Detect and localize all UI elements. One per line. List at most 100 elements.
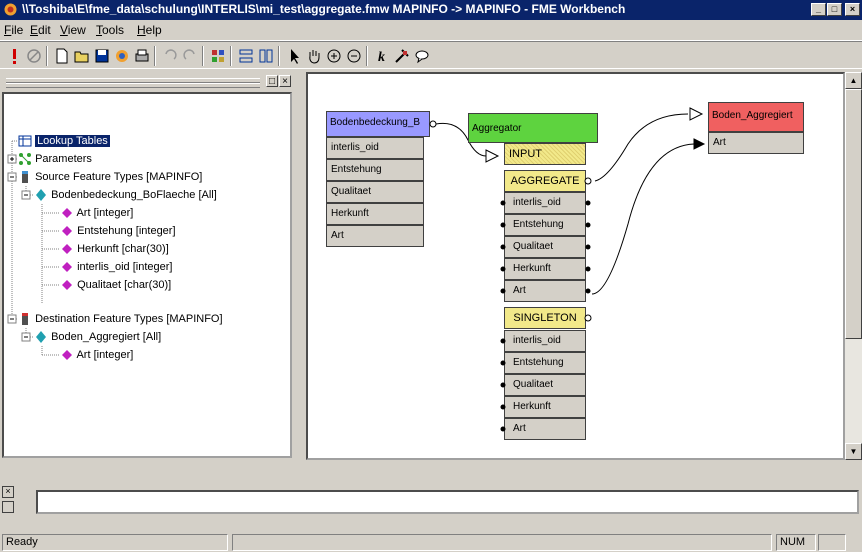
- status-text: Ready: [2, 534, 228, 551]
- scroll-thumb[interactable]: [845, 89, 862, 339]
- navigator-restore-button[interactable]: □: [266, 75, 278, 87]
- source-attr-row: interlis_oid: [326, 137, 424, 159]
- attribute-icon: [62, 350, 72, 361]
- status-empty: [232, 534, 772, 551]
- menu-view[interactable]: View: [60, 23, 86, 37]
- singleton-attr-row: Herkunft: [504, 396, 586, 418]
- status-bar: Ready NUM: [0, 532, 862, 552]
- transformer-icon[interactable]: [392, 46, 412, 66]
- attribute-icon: [62, 226, 72, 237]
- input-port[interactable]: INPUT: [504, 143, 586, 165]
- navigator-tree: Lookup Tables Parameters Source Feature …: [2, 92, 292, 458]
- close-button[interactable]: ×: [845, 3, 860, 16]
- source-attr-row: Art: [326, 225, 424, 247]
- comment-icon[interactable]: [412, 46, 432, 66]
- k-icon[interactable]: k: [372, 46, 392, 66]
- canvas-vertical-scrollbar[interactable]: ▲ ▼: [845, 72, 862, 460]
- parameters-icon: [19, 153, 31, 166]
- menu-bar: File Edit View Tools Help: [0, 20, 862, 41]
- publish-icon[interactable]: [112, 46, 132, 66]
- menu-tools[interactable]: Tools: [96, 23, 124, 37]
- dest-attr-row: Art: [708, 132, 804, 154]
- layout-h-icon[interactable]: [236, 46, 256, 66]
- tree-item-attr-art[interactable]: Art [integer]: [60, 204, 133, 222]
- aggregate-port[interactable]: AGGREGATE: [504, 170, 586, 192]
- log-close-icon[interactable]: ×: [2, 486, 14, 498]
- attribute-icon: [62, 244, 72, 255]
- layout-v-icon[interactable]: [256, 46, 276, 66]
- connection-aggregate-to-dest: [594, 113, 689, 182]
- aggregator-node-header[interactable]: Aggregator: [468, 113, 598, 143]
- singleton-output-port-icon[interactable]: [584, 314, 592, 322]
- vertical-splitter[interactable]: [294, 72, 304, 460]
- tree-item-attr-interlis-oid[interactable]: interlis_oid [integer]: [60, 258, 172, 276]
- window-title: \\Toshiba\E\fme_data\schulung\INTERLIS\m…: [22, 2, 626, 16]
- stop-icon[interactable]: [24, 46, 44, 66]
- tree-item-boden-aggregiert[interactable]: Boden_Aggregiert [All]: [34, 328, 161, 346]
- singleton-attr-row: interlis_oid: [504, 330, 586, 352]
- scroll-down-button[interactable]: ▼: [845, 443, 862, 460]
- connection-art-to-art: [591, 143, 695, 295]
- menu-edit[interactable]: Edit: [30, 23, 51, 37]
- feature-type-icon: [36, 189, 46, 202]
- source-node-header[interactable]: Bodenbedeckung_B: [326, 111, 430, 137]
- aggregate-output-port-icon[interactable]: [584, 177, 592, 185]
- singleton-port[interactable]: SINGLETON: [504, 307, 586, 329]
- redo-icon[interactable]: [180, 46, 200, 66]
- maximize-button[interactable]: □: [827, 3, 842, 16]
- singleton-attr-row: Qualitaet: [504, 374, 586, 396]
- menu-file[interactable]: File: [4, 23, 23, 37]
- attribute-icon: [62, 208, 72, 219]
- log-panel-controls: ×: [2, 486, 14, 516]
- open-icon[interactable]: [72, 46, 92, 66]
- workspace-canvas[interactable]: Bodenbedeckung_B interlis_oid Entstehung…: [306, 72, 845, 460]
- navigator-header: □ ×: [2, 72, 292, 92]
- tree-item-attr-herkunft[interactable]: Herkunft [char(30)]: [60, 240, 169, 258]
- source-icon: [22, 171, 28, 184]
- new-icon[interactable]: [52, 46, 72, 66]
- tree-item-lookup-tables[interactable]: Lookup Tables: [18, 132, 110, 150]
- scroll-up-button[interactable]: ▲: [845, 72, 862, 89]
- tree-item-attr-qualitaet[interactable]: Qualitaet [char(30)]: [60, 276, 171, 294]
- log-restore-icon[interactable]: [2, 501, 14, 513]
- svg-text:k: k: [378, 50, 385, 65]
- singleton-attr-row: Entstehung: [504, 352, 586, 374]
- source-attr-row: Entstehung: [326, 159, 424, 181]
- horizontal-splitter[interactable]: [0, 462, 862, 476]
- dest-node-header[interactable]: Boden_Aggregiert: [708, 102, 804, 132]
- status-empty-2: [818, 534, 846, 551]
- source-attr-row: Herkunft: [326, 203, 424, 225]
- tree-item-dest-attr-art[interactable]: Art [integer]: [60, 346, 133, 364]
- log-output[interactable]: [36, 490, 859, 514]
- undo-icon[interactable]: [160, 46, 180, 66]
- save-icon[interactable]: [92, 46, 112, 66]
- source-attr-row: Qualitaet: [326, 181, 424, 203]
- tree-item-parameters[interactable]: Parameters: [18, 150, 92, 168]
- tree-item-destination-feature-types[interactable]: Destination Feature Types [MAPINFO]: [18, 310, 223, 328]
- zoom-out-icon[interactable]: [344, 46, 364, 66]
- singleton-attr-row: Art: [504, 418, 586, 440]
- menu-help[interactable]: Help: [137, 23, 162, 37]
- minimize-button[interactable]: _: [811, 3, 826, 16]
- zoom-in-icon[interactable]: [324, 46, 344, 66]
- fme-app-icon: [4, 3, 17, 16]
- feature-type-icon: [36, 331, 46, 344]
- print-icon[interactable]: [132, 46, 152, 66]
- run-icon[interactable]: [4, 46, 24, 66]
- title-bar: \\Toshiba\E\fme_data\schulung\INTERLIS\m…: [0, 0, 862, 20]
- tree-item-attr-entstehung[interactable]: Entstehung [integer]: [60, 222, 176, 240]
- tree-item-bodenbedeckung[interactable]: Bodenbedeckung_BoFlaeche [All]: [34, 186, 217, 204]
- attribute-icon: [62, 280, 72, 291]
- navigator-close-button[interactable]: ×: [279, 75, 291, 87]
- source-output-port-icon[interactable]: [429, 120, 437, 128]
- num-lock-indicator: NUM: [776, 534, 816, 551]
- select-icon[interactable]: [284, 46, 304, 66]
- table-icon: [18, 135, 32, 147]
- pan-icon[interactable]: [304, 46, 324, 66]
- toolbar: k: [0, 41, 862, 69]
- tree-item-source-feature-types[interactable]: Source Feature Types [MAPINFO]: [18, 168, 202, 186]
- attribute-icon: [62, 262, 72, 273]
- aggregate-attr-dots: [500, 200, 591, 294]
- destination-icon: [22, 313, 28, 326]
- tile-icon[interactable]: [208, 46, 228, 66]
